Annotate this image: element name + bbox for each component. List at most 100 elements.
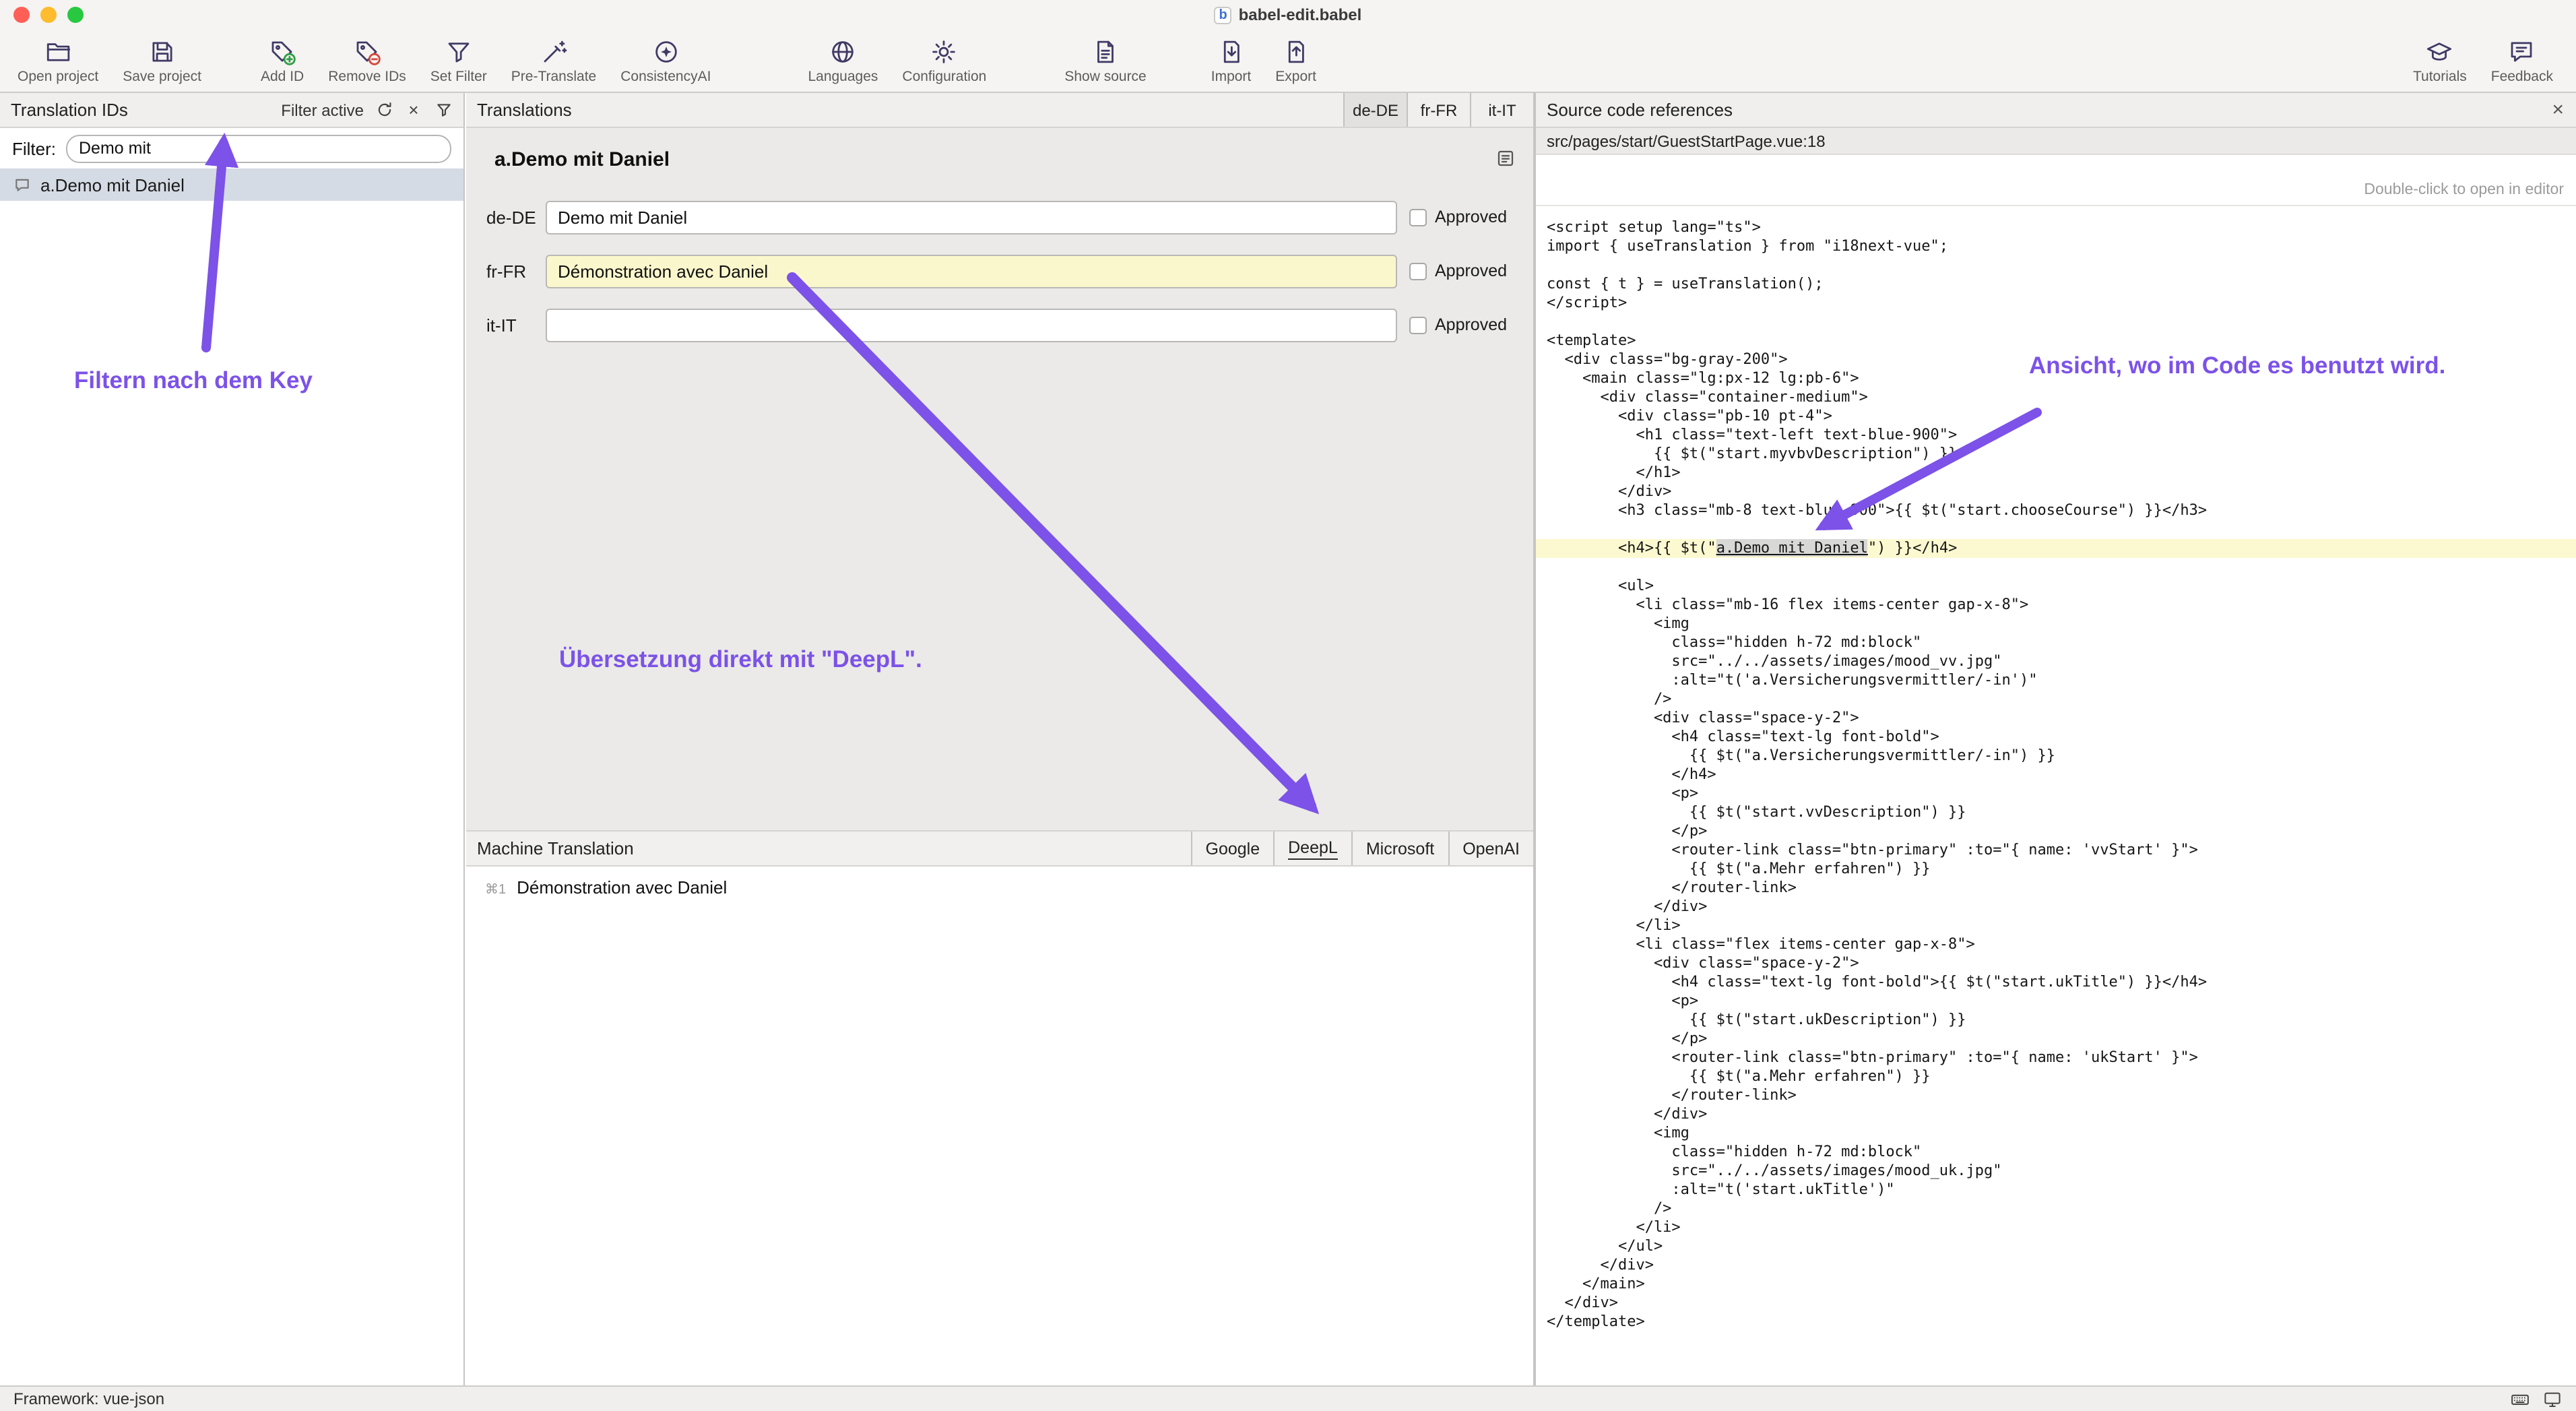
translation-ids-title: Translation IDs	[11, 100, 128, 120]
language-tab-de-de[interactable]: de-DE	[1343, 93, 1407, 127]
translations-body: a.Demo mit Daniel de-DEApproved fr-FR Appr…	[466, 128, 1533, 830]
code-line: />	[1547, 690, 2576, 709]
code-line	[1547, 520, 2576, 539]
toolbar-button-remove-ids[interactable]: Remove IDs	[316, 32, 418, 88]
consistency-ai-icon	[651, 36, 680, 66]
code-line: </script>	[1547, 294, 2576, 313]
toolbar-button-save-project[interactable]: Save project	[110, 32, 214, 88]
mt-tab-microsoft[interactable]: Microsoft	[1351, 832, 1448, 865]
approved-toggle[interactable]: Approved	[1409, 315, 1514, 334]
toolbar-button-show-source[interactable]: Show source	[1052, 32, 1158, 88]
toolbar-button-set-filter[interactable]: Set Filter	[418, 32, 499, 88]
toolbar-button-add-id[interactable]: Add ID	[249, 32, 316, 88]
input-source-icon[interactable]	[2542, 1389, 2563, 1409]
toolbar-button-open-project[interactable]: Open project	[5, 32, 110, 88]
translation-input-de-de[interactable]	[546, 200, 1397, 234]
source-reference-item[interactable]: src/pages/start/GuestStartPage.vue:18	[1536, 128, 2576, 155]
translation-key-title: a.Demo mit Daniel	[494, 148, 670, 171]
refresh-filter-icon[interactable]	[375, 100, 393, 119]
translation-input-fr-fr[interactable]	[546, 254, 1397, 288]
code-line: </p>	[1547, 1030, 2576, 1048]
globe-icon	[829, 36, 857, 66]
mt-tab-google[interactable]: Google	[1191, 832, 1274, 865]
mt-tab-deepl[interactable]: DeepL	[1273, 832, 1351, 865]
filter-input[interactable]	[65, 134, 451, 162]
mt-suggestion-row[interactable]: ⌘1 Démonstration avec Daniel	[485, 877, 727, 898]
toolbar-button-label: Import	[1211, 69, 1252, 85]
code-line: import { useTranslation } from "i18next-…	[1547, 237, 2576, 256]
approved-checkbox[interactable]	[1409, 316, 1427, 334]
machine-translation-body: ⌘1 Démonstration avec Daniel	[466, 867, 1533, 1385]
code-line: </p>	[1547, 822, 2576, 841]
mt-tab-openai[interactable]: OpenAI	[1448, 832, 1533, 865]
language-label: fr-FR	[486, 261, 546, 281]
translations-panel: Translations de-DEfr-FRit-IT a.Demo mit …	[466, 93, 1535, 1385]
approved-toggle[interactable]: Approved	[1409, 261, 1514, 280]
translation-row-de-de: de-DEApproved	[486, 199, 1514, 234]
toolbar-button-pre-translate[interactable]: Pre-Translate	[499, 32, 608, 88]
mt-shortcut: ⌘1	[485, 883, 506, 898]
toolbar-button-import[interactable]: Import	[1199, 32, 1264, 88]
tag-remove-icon	[353, 36, 381, 66]
toolbar-button-export[interactable]: Export	[1263, 32, 1328, 88]
language-tab-fr-fr[interactable]: fr-FR	[1407, 93, 1470, 127]
main-area: Translation IDs Filter active × Filter: …	[0, 93, 2576, 1385]
tutorials-icon	[2426, 36, 2454, 66]
translation-id-list: a.Demo mit Daniel	[0, 168, 463, 201]
code-line: <template>	[1547, 332, 2576, 350]
language-label: it-IT	[486, 315, 546, 335]
clear-filter-icon[interactable]: ×	[404, 100, 423, 119]
framework-label: Framework: vue-json	[13, 1389, 164, 1408]
code-line: :alt="t('start.ukTitle')"	[1547, 1181, 2576, 1199]
code-line: {{ $t("a.Versicherungsvermittler/-in") }…	[1547, 747, 2576, 765]
toolbar-group: Show source	[1052, 32, 1158, 88]
translation-id-label: a.Demo mit Daniel	[40, 175, 185, 195]
toolbar-group: Import Export	[1199, 32, 1328, 88]
window-title: b babel-edit.babel	[0, 0, 2576, 30]
translation-id-item[interactable]: a.Demo mit Daniel	[0, 168, 463, 201]
keyboard-icon[interactable]	[2510, 1389, 2530, 1409]
toolbar-button-label: Pre-Translate	[511, 69, 596, 85]
filter-active-label: Filter active	[281, 100, 364, 119]
toolbar-group: Add ID Remove IDsSet Filter Pre-Translate C…	[249, 32, 723, 88]
code-line: </li>	[1547, 1218, 2576, 1237]
code-line: </h4>	[1547, 765, 2576, 784]
code-line: {{ $t("start.vvDescription") }}	[1547, 803, 2576, 822]
code-line: </h1>	[1547, 464, 2576, 482]
close-panel-icon[interactable]: ×	[2540, 98, 2576, 121]
translations-header: Translations de-DEfr-FRit-IT	[466, 93, 1533, 128]
toolbar-right: TutorialsFeedback	[2401, 32, 2565, 88]
toolbar-button-consistencyai[interactable]: ConsistencyAI	[608, 32, 723, 88]
code-line: </div>	[1547, 1105, 2576, 1124]
toolbar-button-feedback[interactable]: Feedback	[2479, 32, 2565, 88]
translation-input-it-it[interactable]	[546, 308, 1397, 342]
tag-add-icon	[268, 36, 296, 66]
machine-translation-tabs: GoogleDeepLMicrosoftOpenAI	[1191, 832, 1534, 865]
open-in-editor-hint: Double-click to open in editor	[1536, 155, 2576, 206]
toolbar-button-tutorials[interactable]: Tutorials	[2401, 32, 2479, 88]
approved-checkbox[interactable]	[1409, 208, 1427, 226]
highlighted-translation-key[interactable]: a.Demo mit Daniel	[1716, 539, 1868, 557]
language-tab-it-it[interactable]: it-IT	[1470, 93, 1533, 127]
filter-funnel-icon[interactable]	[434, 100, 453, 119]
note-icon[interactable]	[1495, 148, 1516, 168]
code-line: class="hidden h-72 md:block"	[1547, 633, 2576, 652]
code-line: <div class="pb-10 pt-4">	[1547, 407, 2576, 426]
window-title-text: babel-edit.babel	[1239, 5, 1362, 24]
approved-checkbox[interactable]	[1409, 262, 1427, 280]
highlighted-code-line: <h4>{{ $t("a.Demo mit Daniel") }}</h4>	[1536, 539, 2576, 558]
code-line: :alt="t('a.Versicherungsvermittler/-in')…	[1547, 671, 2576, 690]
toolbar-button-languages[interactable]: Languages	[796, 32, 890, 88]
code-line: const { t } = useTranslation();	[1547, 275, 2576, 294]
code-line: <div class="container-medium">	[1547, 388, 2576, 407]
code-line: <main class="lg:px-12 lg:pb-6">	[1547, 369, 2576, 388]
code-line: <h3 class="mb-8 text-blue-900">{{ $t("st…	[1547, 501, 2576, 520]
code-line: <div class="space-y-2">	[1547, 954, 2576, 973]
code-line: {{ $t("a.Mehr erfahren") }}	[1547, 1067, 2576, 1086]
toolbar-button-configuration[interactable]: Configuration	[890, 32, 998, 88]
toolbar-button-label: Add ID	[261, 69, 304, 85]
wand-icon	[540, 36, 568, 66]
gear-icon	[930, 36, 959, 66]
approved-toggle[interactable]: Approved	[1409, 208, 1514, 226]
code-line: <img	[1547, 1124, 2576, 1143]
